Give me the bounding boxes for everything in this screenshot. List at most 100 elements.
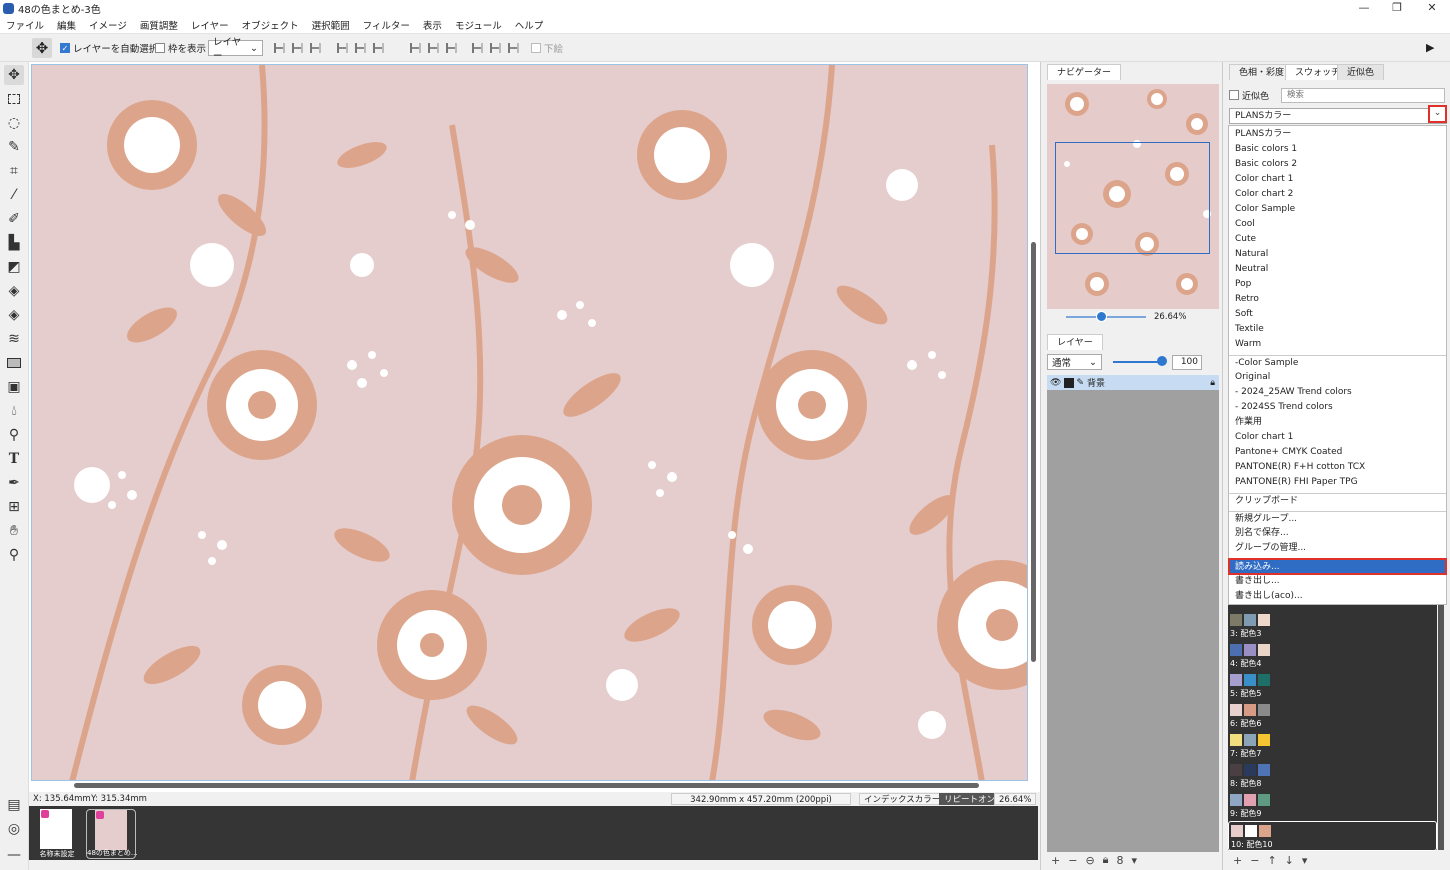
move-tool-icon[interactable]: ✥ <box>4 65 24 85</box>
swatch-color-chip[interactable] <box>1230 734 1242 746</box>
blur-drop-icon[interactable]: 💧︎ <box>4 401 24 421</box>
swatch-menu-item[interactable]: -Color Sample <box>1229 355 1446 370</box>
play-arrow-icon[interactable]: ▶ <box>1426 41 1434 54</box>
swatch-color-chip[interactable] <box>1258 644 1270 656</box>
swatch-color-chip[interactable] <box>1230 674 1242 686</box>
swatch-color-chip[interactable] <box>1258 794 1270 806</box>
document-thumb-untitled[interactable]: 名称未設定 <box>32 809 82 859</box>
mask-icon[interactable]: 8 <box>1117 854 1124 867</box>
swatch-row[interactable]: 6: 配色6 <box>1228 701 1437 731</box>
swatch-menu-item[interactable]: Cool <box>1229 217 1446 232</box>
swatch-menu-item[interactable]: 新規グループ... <box>1229 511 1446 526</box>
swatch-menu-item[interactable]: 読み込み... <box>1228 558 1447 575</box>
ruler-icon[interactable]: ▤ <box>4 795 24 815</box>
show-bounds-checkbox[interactable]: 枠を表示 <box>155 41 206 55</box>
layer-row[interactable]: 👁︎ ✎ 背景 🔒︎ <box>1047 375 1219 390</box>
navigator-zoom-handle[interactable] <box>1096 311 1107 322</box>
remove-layer-icon[interactable]: − <box>1068 854 1077 867</box>
swatch-menu-item[interactable]: 別名で保存... <box>1229 526 1446 541</box>
swatch-row[interactable]: 7: 配色7 <box>1228 731 1437 761</box>
fill-pattern-icon[interactable]: ◈ <box>4 305 24 325</box>
swatch-color-chip[interactable] <box>1244 764 1256 776</box>
brush-icon[interactable]: ✐ <box>4 209 24 229</box>
swatch-menu-item[interactable]: Pop <box>1229 277 1446 292</box>
tab-navigator[interactable]: ナビゲーター <box>1047 64 1122 80</box>
swatch-menu-item[interactable]: Retro <box>1229 292 1446 307</box>
lasso-icon[interactable]: ◌ <box>4 113 24 133</box>
swatch-menu-item[interactable]: Cute <box>1229 232 1446 247</box>
color-mode-button[interactable]: インデックスカラー <box>859 793 946 805</box>
swatch-menu-item[interactable]: Soft <box>1229 307 1446 322</box>
swatch-row[interactable]: 8: 配色8 <box>1228 761 1437 791</box>
repeat-toggle[interactable]: リピートオン <box>939 793 1001 805</box>
swatch-group-select[interactable]: PLANSカラー <box>1229 108 1447 124</box>
lock-icon[interactable]: 🔒︎ <box>1103 853 1109 867</box>
swatch-menu-item[interactable]: - 2024SS Trend colors <box>1229 400 1446 415</box>
move-up-icon[interactable]: ↑ <box>1267 854 1276 867</box>
swatch-menu-item[interactable]: - 2024_25AW Trend colors <box>1229 385 1446 400</box>
minimize-button[interactable]: — <box>1346 0 1382 17</box>
swatch-color-chip[interactable] <box>1230 704 1242 716</box>
menu-layer[interactable]: レイヤー <box>191 18 229 32</box>
swatch-row[interactable]: 4: 配色4 <box>1228 641 1437 671</box>
swatch-menu-item[interactable]: PANTONE(R) F+H cotton TCX <box>1229 460 1446 475</box>
swatch-color-chip[interactable] <box>1230 794 1242 806</box>
swatch-row[interactable]: 10: 配色10 <box>1228 821 1437 851</box>
opacity-slider[interactable] <box>1113 361 1161 363</box>
menu-object[interactable]: オブジェクト <box>242 18 299 32</box>
transform-grid-icon[interactable]: ⊞ <box>4 497 24 517</box>
swatch-color-chip[interactable] <box>1244 794 1256 806</box>
eyedropper-icon[interactable]: ⁄ <box>4 185 24 205</box>
menu-edit[interactable]: 編集 <box>57 18 76 32</box>
swatch-color-chip[interactable] <box>1244 704 1256 716</box>
swatch-menu-item[interactable]: Pantone+ CMYK Coated <box>1229 445 1446 460</box>
menu-file[interactable]: ファイル <box>6 18 44 32</box>
swatch-menu-item[interactable]: Neutral <box>1229 262 1446 277</box>
swatch-menu-item[interactable]: Color chart 1 <box>1229 172 1446 187</box>
swatch-row[interactable]: 3: 配色3 <box>1228 611 1437 641</box>
opacity-input[interactable]: 100 <box>1172 355 1202 370</box>
navigator-viewport[interactable] <box>1055 142 1210 254</box>
remove-swatch-icon[interactable]: − <box>1250 854 1259 867</box>
align-buttons-group-1[interactable] <box>274 43 328 53</box>
move-tool-icon[interactable]: ✥ <box>32 38 52 58</box>
swatch-menu-item[interactable]: Warm <box>1229 337 1446 352</box>
auto-select-checkbox[interactable]: ✓ レイヤーを自動選択 <box>60 41 158 55</box>
swatch-menu-item[interactable]: クリップボード <box>1229 493 1446 508</box>
stamp-icon[interactable]: ▙ <box>4 233 24 253</box>
pattern-brush-icon[interactable]: ≋ <box>4 329 24 349</box>
menu-arrow-icon[interactable]: ▾ <box>1132 854 1138 867</box>
swatch-menu-item[interactable]: Original <box>1229 370 1446 385</box>
link-icon[interactable]: ⊖ <box>1085 854 1094 867</box>
swatch-color-chip[interactable] <box>1258 674 1270 686</box>
move-down-icon[interactable]: ↓ <box>1285 854 1294 867</box>
menu-image[interactable]: イメージ <box>89 18 127 32</box>
color-replace-icon[interactable]: ▣ <box>4 377 24 397</box>
swatch-menu-item[interactable]: Color chart 2 <box>1229 187 1446 202</box>
swatch-color-chip[interactable] <box>1244 734 1256 746</box>
target-select[interactable]: レイヤー ⌄ <box>208 37 263 62</box>
menu-module[interactable]: モジュール <box>455 18 502 32</box>
fill-bucket-icon[interactable]: ◈ <box>4 281 24 301</box>
swatch-color-chip[interactable] <box>1259 825 1271 837</box>
swatch-search-input[interactable] <box>1281 87 1446 103</box>
smudge-icon[interactable]: ⚲ <box>4 425 24 445</box>
swatch-color-chip[interactable] <box>1230 614 1242 626</box>
swatch-menu-item[interactable]: PLANSカラー <box>1229 127 1446 142</box>
opacity-handle[interactable] <box>1157 356 1167 366</box>
similar-checkbox[interactable] <box>1229 90 1239 100</box>
swatch-menu-item[interactable]: Basic colors 1 <box>1229 142 1446 157</box>
rect-select-icon[interactable] <box>4 89 24 109</box>
swatch-color-chip[interactable] <box>1231 825 1243 837</box>
below-checkbox[interactable]: 下絵 <box>531 41 563 55</box>
shape-rect-icon[interactable] <box>4 353 24 373</box>
tab-similar-colors[interactable]: 近似色 <box>1337 64 1385 80</box>
distribute-buttons-group-2[interactable] <box>472 43 526 53</box>
swatch-color-chip[interactable] <box>1244 644 1256 656</box>
swatch-color-chip[interactable] <box>1258 764 1270 776</box>
tab-layers[interactable]: レイヤー <box>1047 334 1103 350</box>
swatch-color-chip[interactable] <box>1230 764 1242 776</box>
crop-icon[interactable]: ⌗ <box>4 161 24 181</box>
menu-view[interactable]: 表示 <box>423 18 442 32</box>
swatch-row[interactable]: 9: 配色9 <box>1228 791 1437 821</box>
